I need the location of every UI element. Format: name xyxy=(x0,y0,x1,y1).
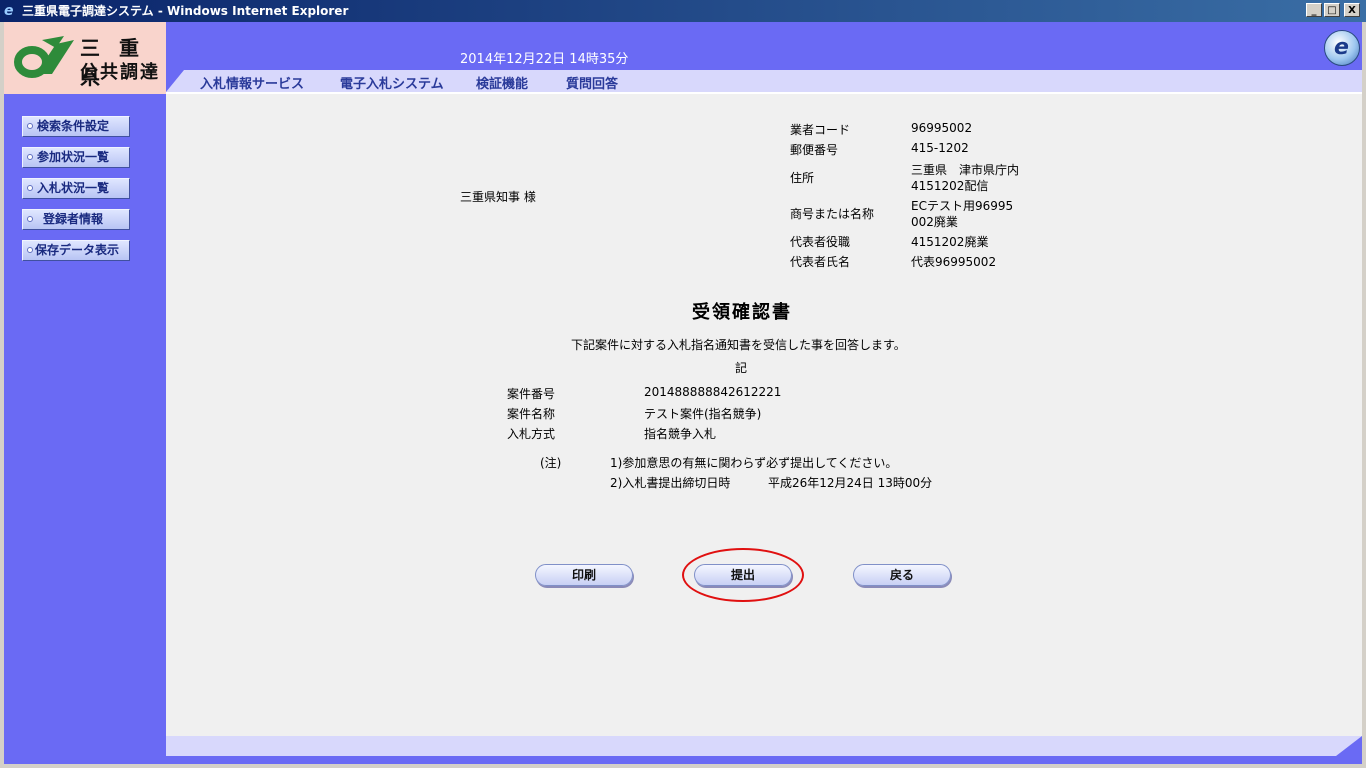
sidebar-item-registrant-info[interactable]: 登録者情報 xyxy=(22,209,130,230)
footer-bar xyxy=(166,736,1362,756)
minimize-button[interactable]: _ xyxy=(1306,3,1322,17)
note-2-deadline: 平成26年12月24日 13時00分 xyxy=(768,476,933,490)
bullet-icon xyxy=(27,247,33,253)
bullet-icon xyxy=(27,154,33,160)
print-button[interactable]: 印刷 xyxy=(535,564,633,586)
footer-corner xyxy=(1336,736,1362,756)
case-number-label: 案件番号 xyxy=(507,387,556,401)
address-value: 三重県 津市県庁内 xyxy=(911,163,1020,177)
ie-logo-icon[interactable]: e xyxy=(1324,30,1360,66)
window-title: 三重県電子調達システム - Windows Internet Explorer xyxy=(22,4,349,18)
rep-name-label: 代表者氏名 xyxy=(790,255,851,269)
company-name-value: ECテスト用96995 xyxy=(911,199,1014,213)
main-content xyxy=(166,92,1362,736)
nav-corner xyxy=(166,70,184,92)
submit-button[interactable]: 提出 xyxy=(694,564,792,586)
logo-text-procurement: 公共調達 xyxy=(80,62,160,83)
nav-bid-info-service[interactable]: 入札情報サービス xyxy=(200,73,304,92)
postal-code-label: 郵便番号 xyxy=(790,143,839,157)
rep-name-value: 代表96995002 xyxy=(911,255,997,269)
sidebar-item-participation-status[interactable]: 参加状況一覧 xyxy=(22,147,130,168)
logo: 三 重 県 公共調達 xyxy=(4,22,166,94)
sidebar-item-label: 入札状況一覧 xyxy=(37,181,110,195)
close-button[interactable]: X xyxy=(1344,3,1360,17)
rep-title-value: 4151202廃業 xyxy=(911,235,989,249)
note-1: 1)参加意思の有無に関わらず必ず提出してください。 xyxy=(610,456,898,470)
sidebar-item-search-settings[interactable]: 検索条件設定 xyxy=(22,116,130,137)
bullet-icon xyxy=(27,123,33,129)
address-value-line2: 4151202配信 xyxy=(911,179,989,193)
mie-logo-icon xyxy=(14,36,74,78)
bid-method-label: 入札方式 xyxy=(507,427,556,441)
nav-e-bidding-system[interactable]: 電子入札システム xyxy=(340,73,444,92)
bullet-icon xyxy=(27,216,33,222)
current-datetime: 2014年12月22日 14時35分 xyxy=(460,52,629,67)
sidebar-item-saved-data[interactable]: 保存データ表示 xyxy=(22,240,130,261)
rep-title-label: 代表者役職 xyxy=(790,235,851,249)
case-name-value: テスト案件(指名競争) xyxy=(644,407,762,421)
company-name-label: 商号または名称 xyxy=(790,207,875,221)
sidebar-item-label: 保存データ表示 xyxy=(35,243,120,257)
sidebar-item-label: 登録者情報 xyxy=(43,212,104,226)
ki-label: 記 xyxy=(735,361,748,375)
nav-verification[interactable]: 検証機能 xyxy=(476,73,528,92)
postal-code-value: 415-1202 xyxy=(911,141,969,155)
case-name-label: 案件名称 xyxy=(507,407,556,421)
document-title: 受領確認書 xyxy=(692,302,792,323)
maximize-button[interactable]: □ xyxy=(1324,3,1340,17)
address-label: 住所 xyxy=(790,171,815,185)
back-button[interactable]: 戻る xyxy=(853,564,951,586)
case-number-value: 2014888888426122​21 xyxy=(644,385,782,399)
intro-text: 下記案件に対する入札指名通知書を受信した事を回答します。 xyxy=(571,338,906,352)
company-code-label: 業者コード xyxy=(790,123,851,137)
ie-icon: e xyxy=(4,3,14,19)
note-label: (注) xyxy=(540,456,562,470)
nav-qa[interactable]: 質問回答 xyxy=(566,73,618,92)
sidebar-item-label: 検索条件設定 xyxy=(37,119,110,133)
sidebar-item-label: 参加状況一覧 xyxy=(37,150,110,164)
browser-content: 三 重 県 公共調達 2014年12月22日 14時35分 e 入札情報サービス… xyxy=(4,22,1362,764)
bid-method-value: 指名競争入札 xyxy=(644,427,717,441)
company-code-value: 96995002 xyxy=(911,121,973,135)
company-name-value-line2: 002廃業 xyxy=(911,215,958,229)
recipient: 三重県知事 様 xyxy=(460,190,536,204)
sidebar-item-bid-status[interactable]: 入札状況一覧 xyxy=(22,178,130,199)
window-controls: _ □ X xyxy=(1306,3,1360,17)
window-titlebar: e 三重県電子調達システム - Windows Internet Explore… xyxy=(0,0,1366,22)
bullet-icon xyxy=(27,185,33,191)
note-2-label: 2)入札書提出締切日時 xyxy=(610,476,731,490)
